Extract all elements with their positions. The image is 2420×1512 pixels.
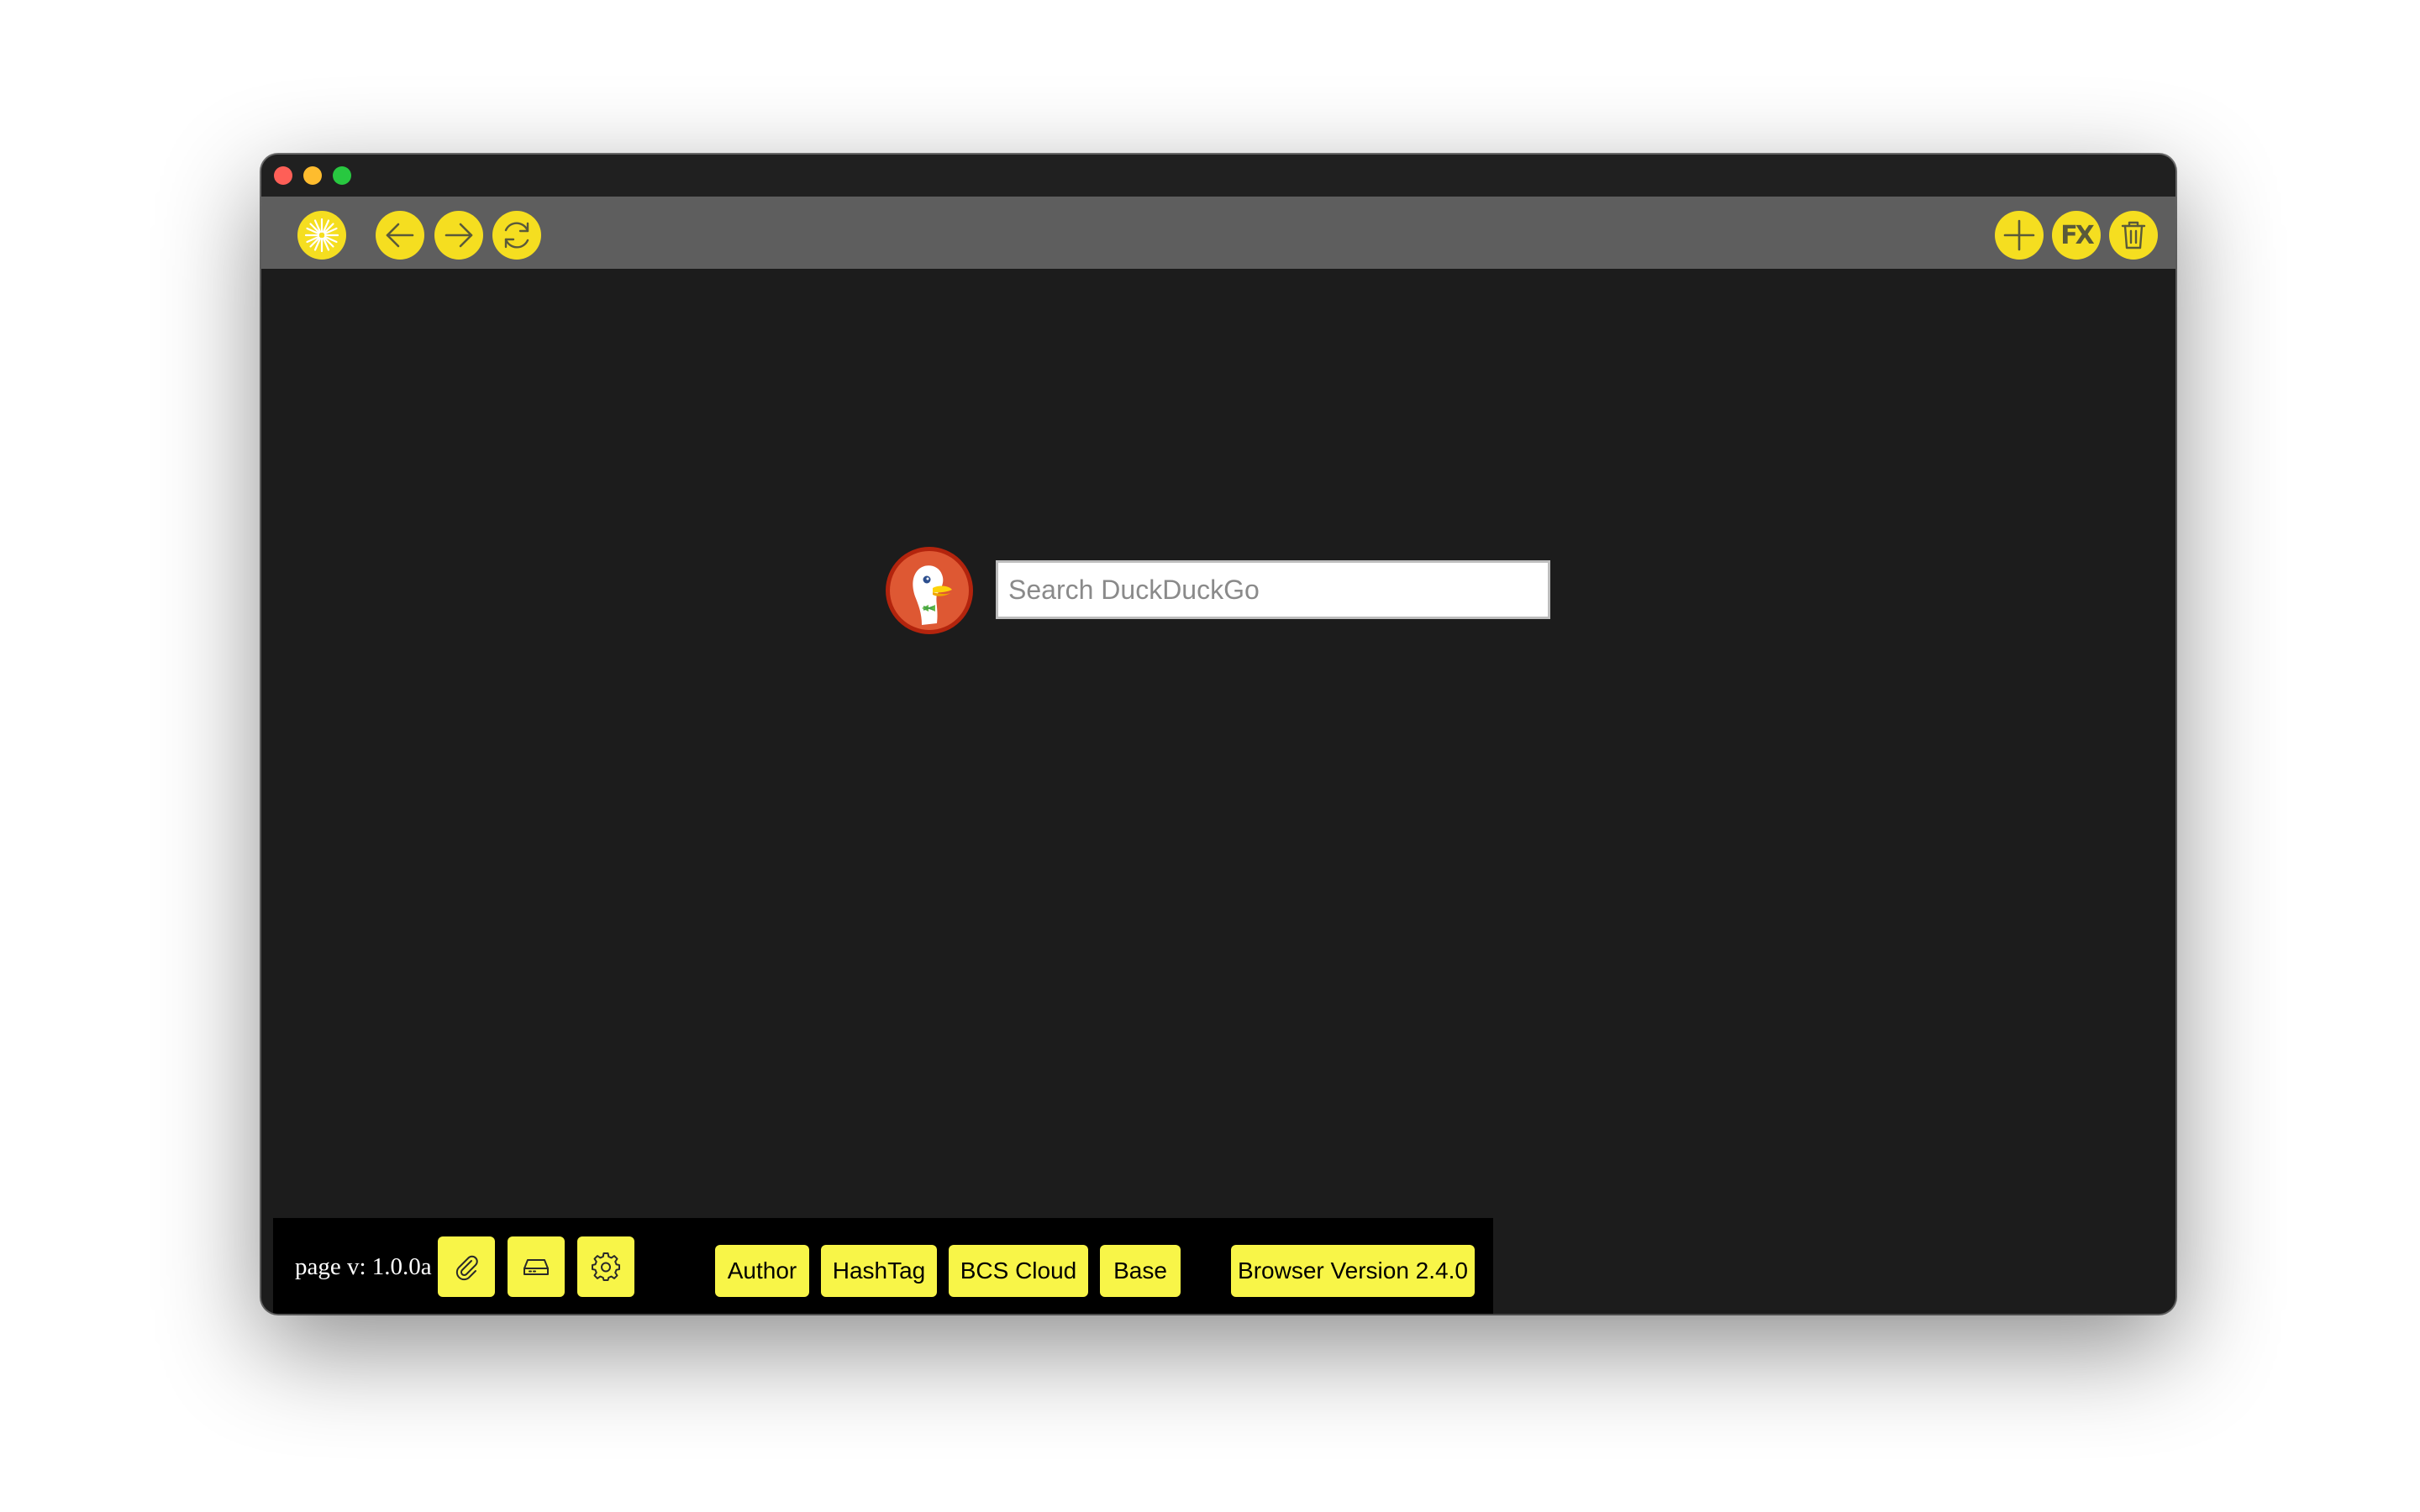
bcs-cloud-button[interactable]: BCS Cloud — [949, 1245, 1088, 1297]
reload-icon — [504, 222, 529, 249]
back-button[interactable] — [376, 211, 424, 260]
browser-version-button[interactable]: Browser Version 2.4.0 — [1231, 1245, 1475, 1297]
close-window-button[interactable] — [274, 166, 292, 185]
drive-icon — [523, 1259, 549, 1275]
paperclip-icon — [455, 1255, 478, 1281]
title-bar — [261, 155, 2175, 197]
home-button[interactable] — [297, 211, 346, 260]
duckduckgo-logo-icon — [886, 547, 973, 634]
browser-window: FX Search DuckDuckGo page v: 1.0.0a Auth… — [261, 155, 2175, 1314]
attach-button[interactable] — [438, 1236, 495, 1297]
back-arrow-icon — [386, 223, 414, 248]
gear-icon — [592, 1252, 620, 1281]
reload-button[interactable] — [492, 211, 541, 260]
zoom-window-button[interactable] — [333, 166, 351, 185]
fx-button[interactable]: FX — [2052, 211, 2101, 260]
new-tab-button[interactable] — [1995, 211, 2044, 260]
toolbar: FX — [261, 197, 2175, 269]
base-button[interactable]: Base — [1100, 1245, 1181, 1297]
forward-arrow-icon — [445, 223, 473, 248]
bottom-bar: page v: 1.0.0a Author HashTag BCS Cloud … — [273, 1218, 1493, 1314]
delete-button[interactable] — [2109, 211, 2158, 260]
minimize-window-button[interactable] — [303, 166, 322, 185]
hashtag-button[interactable]: HashTag — [821, 1245, 937, 1297]
page-content — [261, 269, 2175, 1314]
home-logo-icon — [304, 218, 339, 253]
search-input[interactable] — [996, 560, 1550, 619]
plus-icon — [2003, 219, 2035, 251]
trash-icon — [2121, 221, 2146, 249]
forward-button[interactable] — [434, 211, 483, 260]
page-version-label: page v: 1.0.0a — [295, 1253, 432, 1280]
drive-button[interactable] — [508, 1236, 565, 1297]
author-button[interactable]: Author — [715, 1245, 809, 1297]
fx-icon: FX — [2060, 220, 2095, 250]
settings-button[interactable] — [577, 1236, 634, 1297]
